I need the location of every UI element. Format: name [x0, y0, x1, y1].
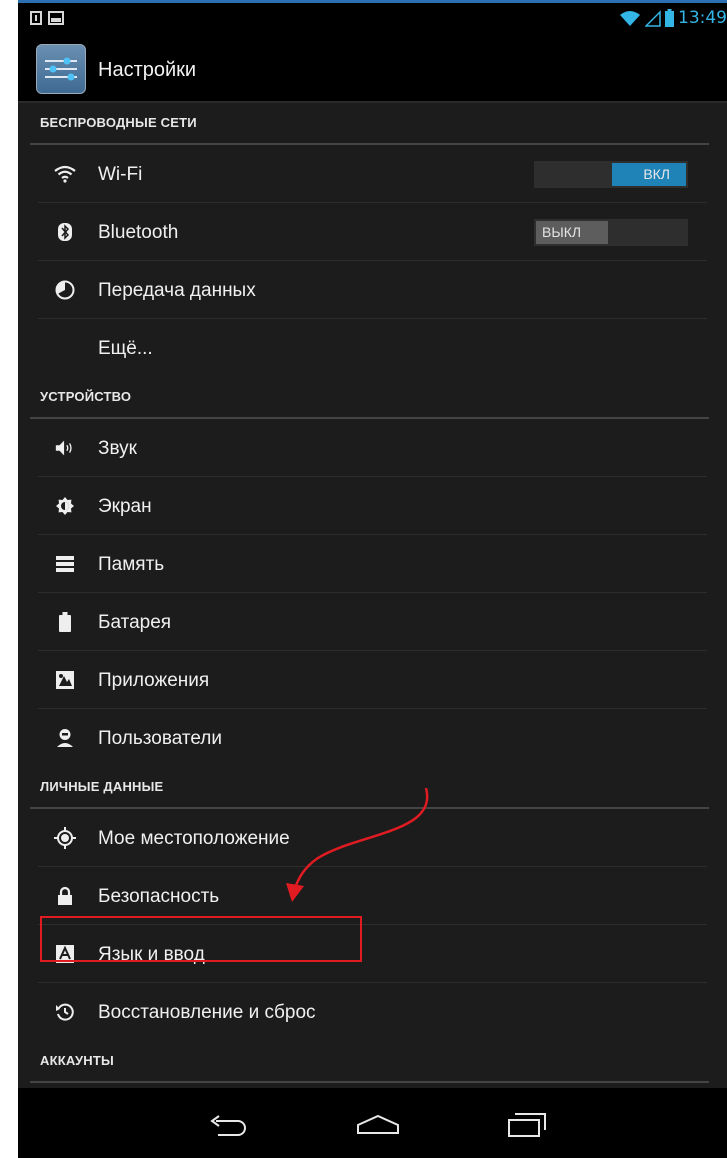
lock-icon — [54, 885, 76, 907]
status-bar: 13:49 — [18, 0, 727, 37]
restore-icon — [54, 1001, 76, 1023]
settings-item-label: Приложения — [98, 670, 210, 691]
settings-item-label: Пользователи — [98, 728, 223, 749]
settings-item-bluetooth[interactable]: Bluetooth ВЫКЛ — [18, 203, 727, 261]
wifi-icon — [54, 163, 76, 185]
home-icon — [357, 1114, 399, 1134]
settings-item-label: Память — [98, 554, 165, 575]
settings-item-location[interactable]: Мое местоположение — [18, 809, 727, 867]
section-label: ЛИЧНЫЕ ДАННЫЕ — [40, 779, 164, 794]
settings-item-apps[interactable]: Приложения — [18, 651, 727, 709]
section-header-personal: ЛИЧНЫЕ ДАННЫЕ — [18, 767, 727, 809]
action-bar: Настройки — [18, 37, 727, 103]
section-header-device: УСТРОЙСТВО — [18, 377, 727, 419]
battery-status-icon — [665, 9, 674, 27]
keyboard-language-icon — [54, 943, 76, 965]
toggle-label: ВКЛ — [643, 166, 670, 182]
settings-item-label: Wi-Fi — [98, 164, 143, 185]
settings-item-users[interactable]: Пользователи — [18, 709, 727, 767]
bluetooth-toggle[interactable]: ВЫКЛ — [534, 219, 688, 246]
cell-signal-icon — [645, 10, 661, 27]
section-label: УСТРОЙСТВО — [40, 389, 132, 404]
page-title: Настройки — [98, 59, 197, 81]
apps-icon — [54, 669, 76, 691]
settings-item-data-usage[interactable]: Передача данных — [18, 261, 727, 319]
brightness-icon — [54, 495, 76, 517]
settings-item-language[interactable]: Язык и ввод — [18, 925, 727, 983]
settings-item-wifi[interactable]: Wi-Fi ВКЛ — [18, 145, 727, 203]
section-header-accounts: АККАУНТЫ — [18, 1041, 727, 1083]
status-time: 13:49 — [678, 8, 727, 28]
bluetooth-icon — [54, 221, 76, 243]
navigation-bar — [18, 1088, 727, 1158]
settings-item-label: Звук — [98, 438, 137, 459]
settings-item-label: Безопасность — [98, 886, 220, 907]
wifi-signal-icon — [620, 11, 640, 26]
settings-item-sound[interactable]: Звук — [18, 419, 727, 477]
settings-item-more[interactable]: Ещё... — [18, 319, 727, 377]
back-icon — [210, 1115, 246, 1136]
battery-icon — [54, 611, 76, 633]
recent-apps-button[interactable] — [502, 1110, 552, 1140]
section-label: БЕСПРОВОДНЫЕ СЕТИ — [40, 115, 197, 130]
settings-item-security[interactable]: Безопасность — [18, 867, 727, 925]
recent-apps-icon — [508, 1113, 546, 1137]
section-header-wireless: БЕСПРОВОДНЫЕ СЕТИ — [18, 103, 727, 145]
settings-item-label: Восстановление и сброс — [98, 1002, 316, 1023]
settings-item-label: Bluetooth — [98, 222, 179, 243]
wifi-toggle[interactable]: ВКЛ — [534, 161, 688, 188]
settings-item-backup[interactable]: Восстановление и сброс — [18, 983, 727, 1041]
section-label: АККАУНТЫ — [40, 1053, 114, 1068]
settings-list: БЕСПРОВОДНЫЕ СЕТИ Wi-Fi ВКЛ Bluetooth ВЫ… — [18, 103, 727, 1088]
settings-item-label: Мое местоположение — [98, 828, 290, 849]
user-icon — [54, 727, 76, 749]
sound-icon — [54, 437, 76, 459]
storage-icon — [54, 553, 76, 575]
location-icon — [54, 827, 76, 849]
download-notification-icon — [30, 11, 42, 25]
settings-item-display[interactable]: Экран — [18, 477, 727, 535]
settings-item-label: Экран — [98, 496, 152, 517]
settings-item-label: Язык и ввод — [98, 944, 205, 965]
settings-item-label: Ещё... — [98, 338, 153, 359]
toggle-label: ВЫКЛ — [542, 224, 582, 240]
settings-item-battery[interactable]: Батарея — [18, 593, 727, 651]
android-screen: 13:49 Настройки БЕСПРОВОДНЫЕ СЕТИ Wi-Fi … — [18, 0, 727, 1158]
data-usage-icon — [54, 279, 76, 301]
back-button[interactable] — [204, 1110, 254, 1140]
image-notification-icon — [48, 11, 64, 25]
settings-item-storage[interactable]: Память — [18, 535, 727, 593]
settings-app-icon[interactable] — [36, 44, 86, 94]
settings-item-label: Батарея — [98, 612, 172, 633]
home-button[interactable] — [353, 1110, 403, 1140]
settings-item-label: Передача данных — [98, 280, 256, 301]
